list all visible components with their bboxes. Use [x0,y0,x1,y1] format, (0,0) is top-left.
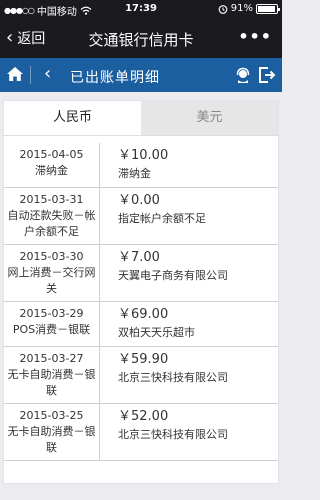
transaction-type: 网上消费－交行网关 [7,266,96,295]
transaction-desc: 双柏天天乐超市 [118,326,195,339]
transaction-amount: ￥59.90 [118,352,169,367]
transaction-date: 2015-03-29 [19,307,84,320]
transaction-type: 自动还款失败－帐户余额不足 [7,209,96,238]
transaction-row[interactable]: 2015-03-29 POS消费－银联 ￥69.00 双柏天天乐超市 [4,302,278,347]
transaction-amount: ￥7.00 [118,250,160,265]
transaction-desc: 北京三快科技有限公司 [118,371,228,384]
transaction-type: 无卡自助消费－银联 [7,425,96,454]
transaction-type: POS消费－银联 [12,323,91,336]
status-bar: ●●●○○ 中国移动 17:39 91% [0,0,282,18]
transaction-date: 2015-03-25 [19,409,84,422]
transaction-date: 2015-04-05 [19,148,84,161]
tabs-divider [4,135,278,136]
transaction-desc: 天翼电子商务有限公司 [118,269,228,282]
battery-icon [256,3,280,14]
home-icon[interactable] [6,66,24,86]
transaction-meta: 2015-03-30 网上消费－交行网关 [4,245,100,301]
tab-usd[interactable]: 美元 [141,101,278,135]
transaction-type: 滞纳金 [35,164,68,177]
page-title: 已出账单明细 [70,70,160,86]
nav-bar: ‹ 返回 交通银行信用卡 ••• [0,18,282,58]
customer-service-icon[interactable] [234,66,252,88]
transaction-amount: ￥69.00 [118,307,169,322]
transaction-desc: 北京三快科技有限公司 [118,428,228,441]
transaction-meta: 2015-03-27 无卡自助消费－银联 [4,347,100,403]
transaction-detail: ￥0.00 指定帐户余额不足 [100,188,278,244]
header-divider [30,66,31,84]
transaction-date: 2015-03-31 [19,193,84,206]
alarm-icon [218,4,228,14]
currency-tabs: 人民币 美元 [4,101,278,135]
transaction-meta: 2015-04-05 滞纳金 [4,143,100,187]
transaction-detail: ￥7.00 天翼电子商务有限公司 [100,245,278,301]
transaction-amount: ￥52.00 [118,409,169,424]
tab-rmb[interactable]: 人民币 [4,101,141,135]
page-header: ‹ 已出账单明细 [0,58,282,92]
transaction-meta: 2015-03-25 无卡自助消费－银联 [4,404,100,460]
transaction-date: 2015-03-27 [19,352,84,365]
battery-percent: 91% [230,3,253,14]
transaction-meta: 2015-03-29 POS消费－银联 [4,302,100,346]
transaction-row[interactable]: 2015-03-31 自动还款失败－帐户余额不足 ￥0.00 指定帐户余额不足 [4,188,278,245]
transaction-row[interactable]: 2015-04-05 滞纳金 ￥10.00 滞纳金 [4,143,278,188]
exit-icon[interactable] [258,66,276,88]
transaction-desc: 滞纳金 [118,167,151,180]
transaction-detail: ￥10.00 滞纳金 [100,143,278,187]
transaction-list: 2015-04-05 滞纳金 ￥10.00 滞纳金 2015-03-31 自动还… [4,143,278,461]
transaction-amount: ￥10.00 [118,148,169,163]
more-button[interactable]: ••• [238,27,272,46]
transaction-detail: ￥59.90 北京三快科技有限公司 [100,347,278,403]
transaction-type: 无卡自助消费－银联 [7,368,96,397]
transaction-row[interactable]: 2015-03-27 无卡自助消费－银联 ￥59.90 北京三快科技有限公司 [4,347,278,404]
transaction-amount: ￥0.00 [118,193,160,208]
statement-panel: 人民币 美元 2015-04-05 滞纳金 ￥10.00 滞纳金 2015-03… [3,100,279,484]
transaction-detail: ￥69.00 双柏天天乐超市 [100,302,278,346]
back-arrow-icon[interactable]: ‹ [44,63,51,84]
transaction-date: 2015-03-30 [19,250,84,263]
transaction-row[interactable]: 2015-03-30 网上消费－交行网关 ￥7.00 天翼电子商务有限公司 [4,245,278,302]
transaction-row[interactable]: 2015-03-25 无卡自助消费－银联 ￥52.00 北京三快科技有限公司 [4,404,278,461]
status-right: 91% [218,3,280,14]
transaction-detail: ￥52.00 北京三快科技有限公司 [100,404,278,460]
transaction-meta: 2015-03-31 自动还款失败－帐户余额不足 [4,188,100,244]
transaction-desc: 指定帐户余额不足 [118,212,206,225]
